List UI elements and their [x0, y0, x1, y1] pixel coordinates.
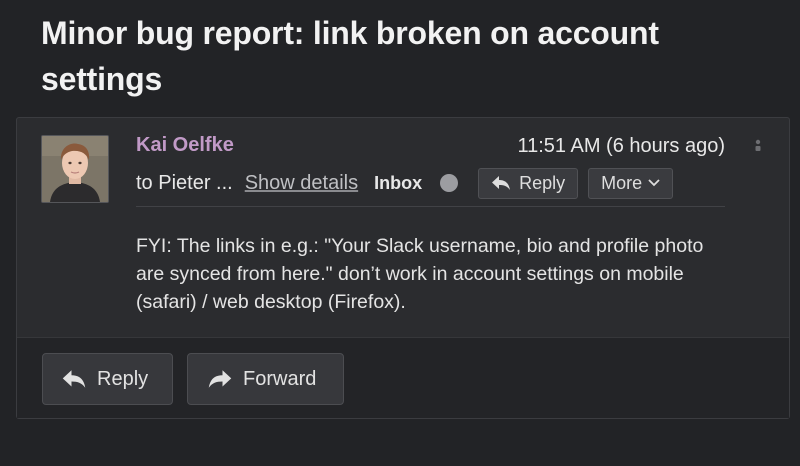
recipients-row: to Pieter ... Show details Inbox Reply M…: [136, 166, 683, 200]
unread-dot-icon[interactable]: [440, 174, 459, 192]
reply-button[interactable]: Reply: [42, 353, 173, 405]
forward-button[interactable]: Forward: [187, 353, 344, 405]
reply-arrow-icon: [62, 370, 86, 388]
folder-label: Inbox: [374, 172, 423, 193]
sender-name[interactable]: Kai Oelfke: [136, 134, 234, 157]
reply-button-header[interactable]: Reply: [478, 167, 579, 199]
more-button[interactable]: More: [588, 167, 674, 199]
reply-arrow-icon: [492, 176, 511, 190]
recipients-summary: to Pieter ...: [136, 171, 233, 194]
reply-button-header-label: Reply: [519, 172, 566, 193]
drag-handle-icon[interactable]: [753, 138, 763, 154]
more-button-label: More: [601, 172, 643, 193]
forward-button-label: Forward: [243, 367, 317, 390]
chevron-down-icon: [648, 179, 660, 187]
forward-arrow-icon: [208, 370, 232, 388]
header-divider: [136, 206, 725, 207]
reply-button-label: Reply: [97, 367, 149, 390]
sender-avatar: [41, 135, 109, 203]
message-subject: Minor bug report: link broken on account…: [41, 15, 659, 97]
message-card: Kai Oelfke 11:51 AM (6 hours ago) to Pie…: [16, 117, 790, 419]
show-details-link[interactable]: Show details: [245, 172, 358, 195]
message-footer: Reply Forward: [17, 337, 789, 418]
message-timestamp: 11:51 AM (6 hours ago): [517, 135, 725, 157]
message-body: FYI: The links in e.g.: "Your Slack user…: [136, 235, 704, 313]
